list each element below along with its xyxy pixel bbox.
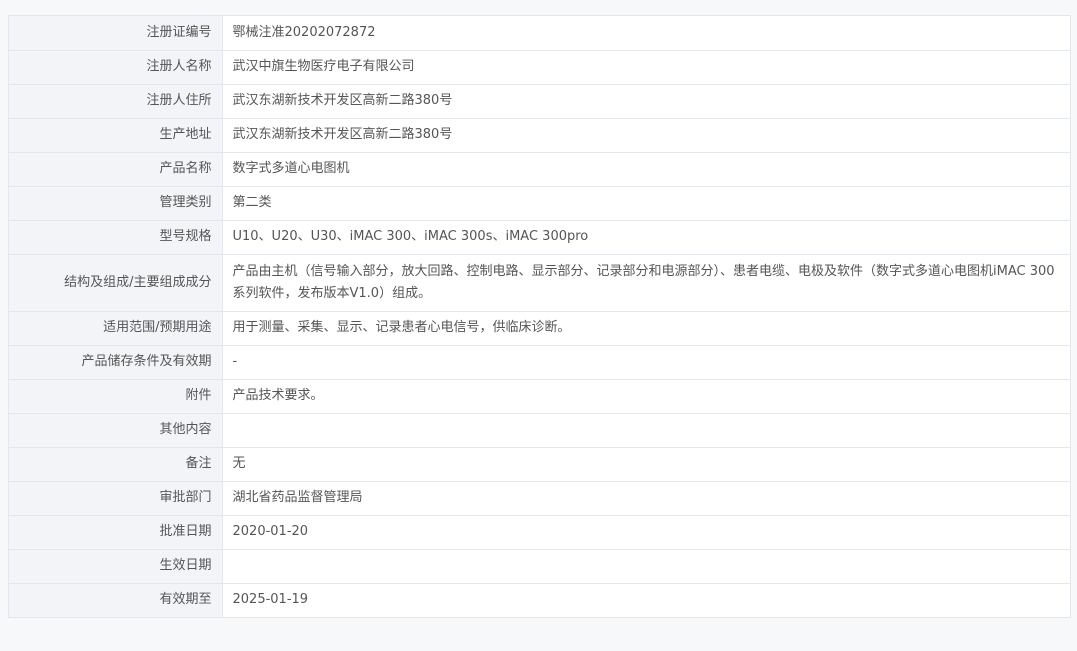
row-value: 2025-01-19 [232, 592, 309, 608]
table-row: 批准日期 2020-01-20 [9, 515, 1070, 550]
row-value: 2020-01-20 [222, 515, 1070, 550]
row-value: U10、U20、U30、iMAC 300、iMAC 300s、iMAC 300p… [222, 220, 1070, 255]
row-value: 武汉东湖新技术开发区高新二路380号 [222, 84, 1070, 119]
row-label: 注册人住所 [9, 84, 223, 119]
row-value [222, 413, 1070, 448]
row-label: 有效期至 [9, 583, 223, 617]
row-label: 产品储存条件及有效期 [9, 345, 223, 380]
table-row: 审批部门 湖北省药品监督管理局 [9, 481, 1070, 516]
row-value: 武汉中旗生物医疗电子有限公司 [222, 50, 1070, 85]
row-label: 型号规格 [9, 220, 223, 255]
table-row: 注册证编号 鄂械注准20202072872 [9, 16, 1070, 51]
row-value: 无 [222, 447, 1070, 482]
table-row: 产品储存条件及有效期 - [9, 345, 1070, 380]
table-row: 其他内容 [9, 413, 1070, 448]
row-label: 适用范围/预期用途 [9, 311, 223, 346]
table-row: 有效期至 2025-01-19 [9, 583, 1070, 617]
row-value: - [222, 345, 1070, 380]
table-row: 注册人名称 武汉中旗生物医疗电子有限公司 [9, 50, 1070, 85]
table-row: 适用范围/预期用途 用于测量、采集、显示、记录患者心电信号，供临床诊断。 [9, 311, 1070, 346]
table-row: 型号规格 U10、U20、U30、iMAC 300、iMAC 300s、iMAC… [9, 220, 1070, 255]
table-row: 管理类别 第二类 [9, 186, 1070, 221]
table-row: 生效日期 [9, 549, 1070, 584]
row-value: 鄂械注准20202072872 [222, 16, 1070, 51]
row-label: 其他内容 [9, 413, 223, 448]
row-label: 管理类别 [9, 186, 223, 221]
row-value: 武汉东湖新技术开发区高新二路380号 [222, 118, 1070, 153]
row-label: 注册人名称 [9, 50, 223, 85]
row-value: 用于测量、采集、显示、记录患者心电信号，供临床诊断。 [222, 311, 1070, 346]
row-value [222, 549, 1070, 584]
registration-detail-table: 注册证编号 鄂械注准20202072872 注册人名称 武汉中旗生物医疗电子有限… [9, 16, 1070, 617]
row-label: 生效日期 [9, 549, 223, 584]
row-label: 注册证编号 [9, 16, 223, 51]
row-value: 第二类 [222, 186, 1070, 221]
row-value: 产品由主机（信号输入部分，放大回路、控制电路、显示部分、记录部分和电源部分）、患… [222, 254, 1070, 312]
table-row: 结构及组成/主要组成成分 产品由主机（信号输入部分，放大回路、控制电路、显示部分… [9, 254, 1070, 312]
table-row: 生产地址 武汉东湖新技术开发区高新二路380号 [9, 118, 1070, 153]
row-label: 结构及组成/主要组成成分 [9, 254, 223, 312]
table-row: 附件 产品技术要求。 [9, 379, 1070, 414]
row-value: 产品技术要求。 [222, 379, 1070, 414]
row-value: 数字式多道心电图机 [222, 152, 1070, 187]
table-row: 产品名称 数字式多道心电图机 [9, 152, 1070, 187]
row-value: 湖北省药品监督管理局 [222, 481, 1070, 516]
row-label: 附件 [9, 379, 223, 414]
row-label: 产品名称 [9, 152, 223, 187]
table-row: 注册人住所 武汉东湖新技术开发区高新二路380号 [9, 84, 1070, 119]
row-label: 生产地址 [9, 118, 223, 153]
row-label: 审批部门 [9, 481, 223, 516]
row-label: 备注 [9, 447, 223, 482]
table-row: 备注 无 [9, 447, 1070, 482]
row-label: 批准日期 [9, 515, 223, 550]
registration-detail-panel: 注册证编号 鄂械注准20202072872 注册人名称 武汉中旗生物医疗电子有限… [8, 15, 1071, 618]
